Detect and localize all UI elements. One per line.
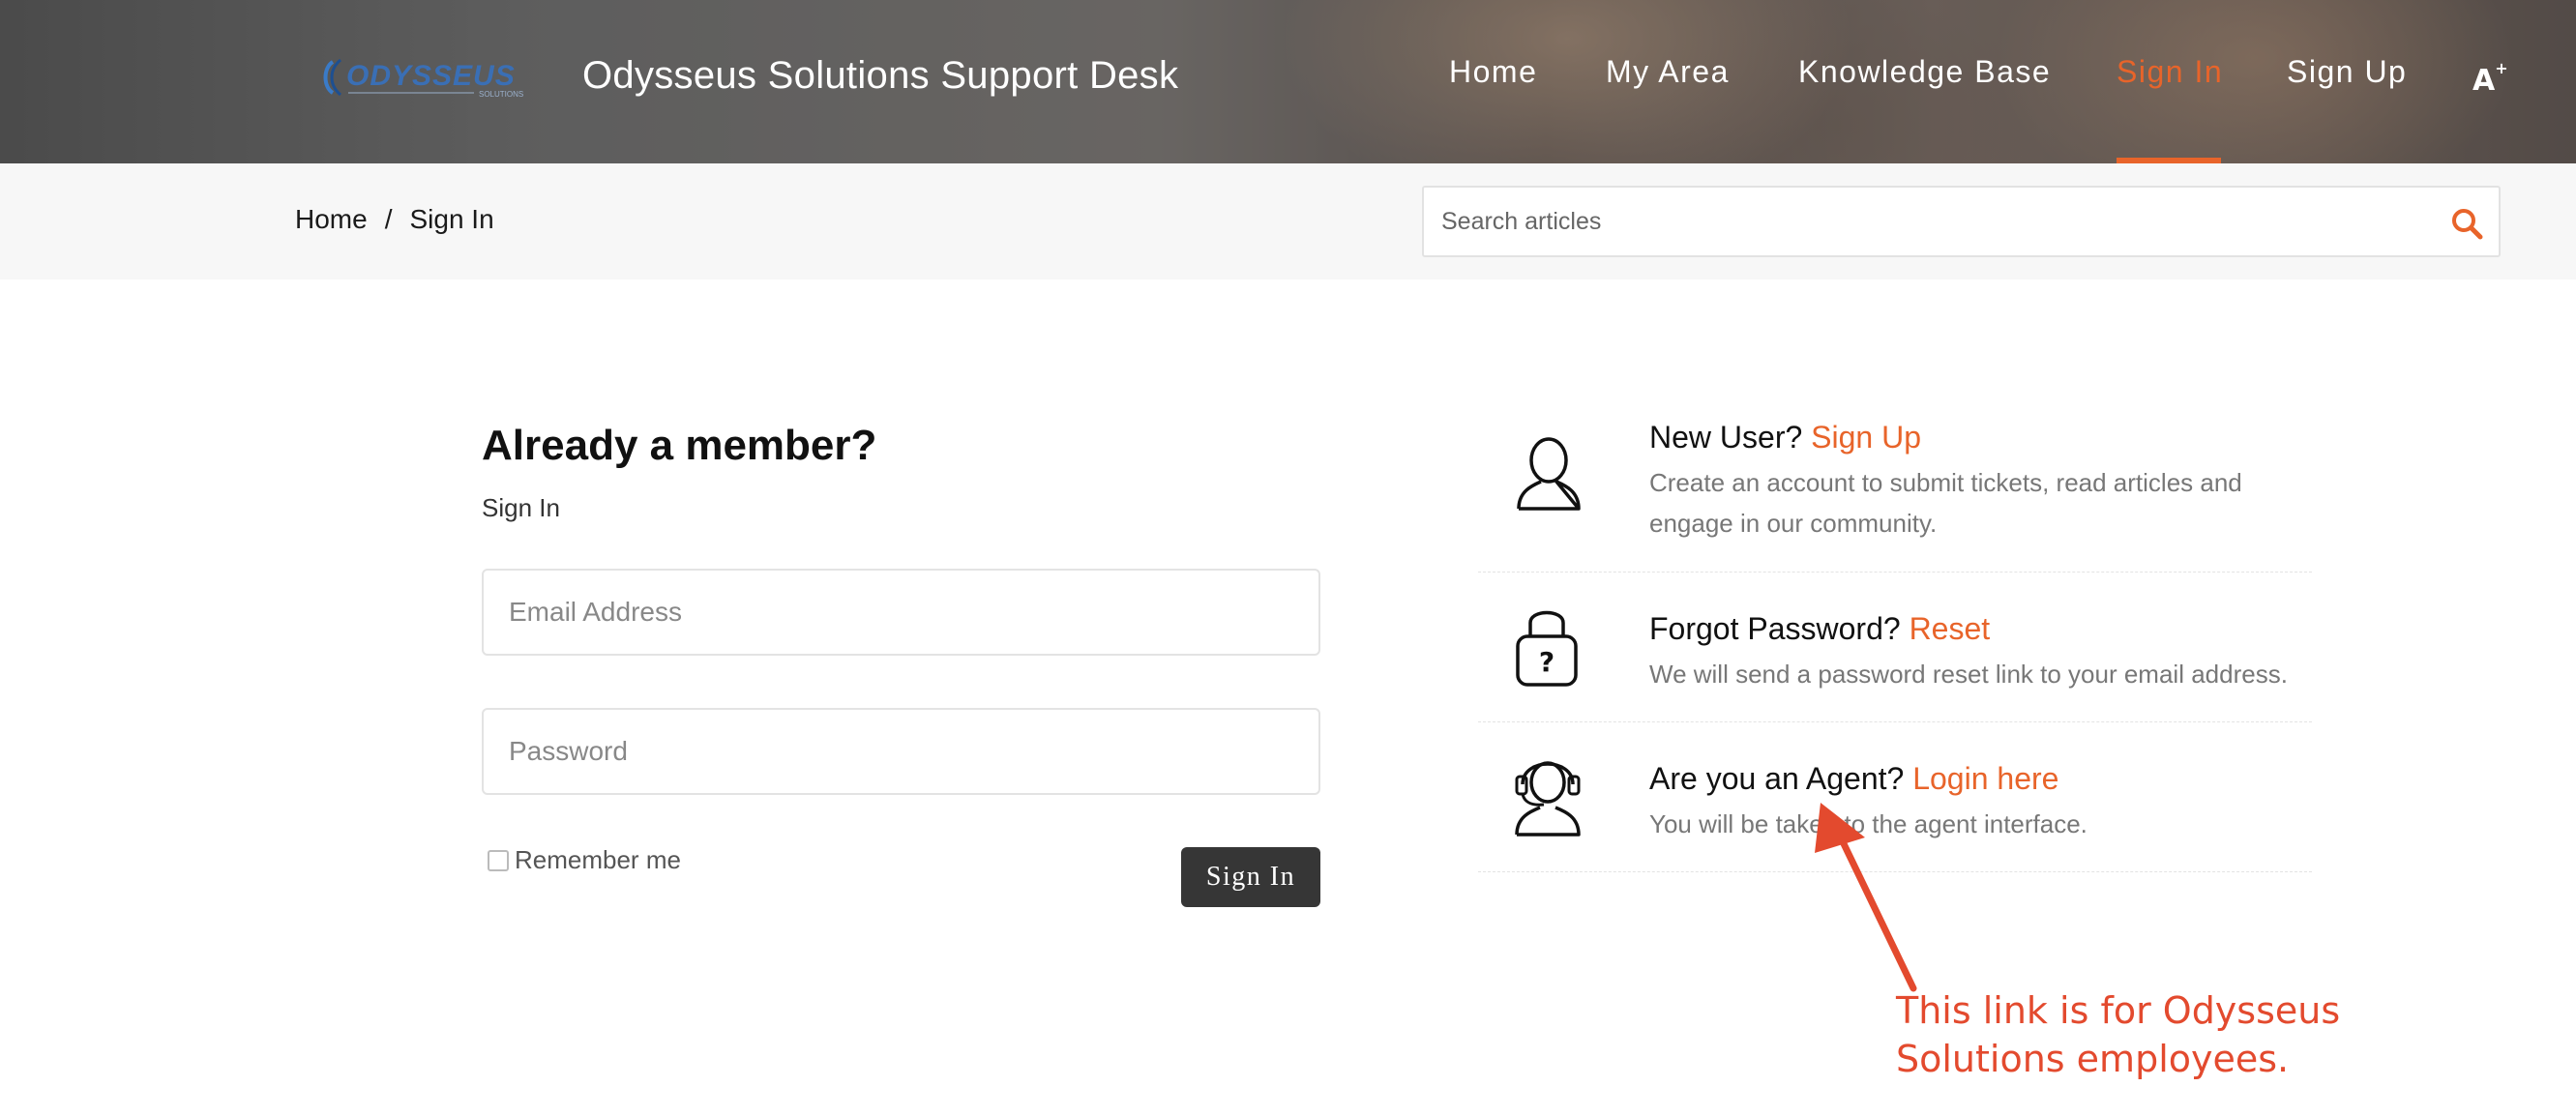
search-icon[interactable]	[2450, 207, 2483, 240]
lock-icon: ?	[1516, 610, 1578, 687]
nav-sign-in[interactable]: Sign In	[2117, 54, 2223, 90]
info-title: New User? Sign Up	[1649, 420, 1921, 455]
breadcrumb-bar: Home / Sign In	[0, 163, 2576, 279]
info-description: We will send a password reset link to yo…	[1649, 660, 2288, 689]
signin-subheading: Sign In	[482, 493, 560, 522]
breadcrumb-separator: /	[384, 204, 393, 234]
breadcrumb-current: Sign In	[409, 204, 494, 234]
info-forgot-password: ? Forgot Password? Reset We will send a …	[1478, 573, 2312, 722]
info-title: Are you an Agent? Login here	[1649, 761, 2059, 796]
odysseus-logo-icon: ODYSSEUS SOLUTIONS	[323, 58, 523, 99]
active-nav-indicator	[2117, 158, 2221, 163]
search-box	[1422, 186, 2501, 257]
headset-agent-icon	[1515, 761, 1581, 837]
accessibility-font-size-icon[interactable]: A+	[2472, 59, 2508, 98]
sign-up-link[interactable]: Sign Up	[1811, 420, 1921, 455]
annotation-arrow-icon	[1815, 803, 1917, 992]
sign-in-button[interactable]: Sign In	[1181, 847, 1320, 907]
svg-text:?: ?	[1539, 646, 1554, 678]
nav-knowledge-base[interactable]: Knowledge Base	[1798, 54, 2051, 90]
info-new-user: New User? Sign Up Create an account to s…	[1478, 406, 2312, 573]
user-icon	[1517, 437, 1581, 511]
agent-login-link[interactable]: Login here	[1912, 761, 2058, 796]
site-logo[interactable]: ODYSSEUS SOLUTIONS	[319, 54, 534, 101]
search-input[interactable]	[1441, 188, 2409, 255]
nav-my-area[interactable]: My Area	[1606, 54, 1730, 90]
info-description: Create an account to submit tickets, rea…	[1649, 468, 2242, 538]
signin-heading: Already a member?	[482, 422, 877, 469]
svg-text:ODYSSEUS: ODYSSEUS	[346, 60, 516, 92]
breadcrumb-home[interactable]: Home	[295, 204, 368, 234]
email-field[interactable]	[482, 569, 1320, 656]
nav-sign-up[interactable]: Sign Up	[2287, 54, 2407, 90]
breadcrumb: Home / Sign In	[295, 204, 494, 235]
svg-text:SOLUTIONS: SOLUTIONS	[479, 90, 523, 99]
remember-me[interactable]: Remember me	[488, 845, 681, 875]
annotation-note: This link is for Odysseus Solutions empl…	[1896, 989, 2341, 1080]
info-title: Forgot Password? Reset	[1649, 611, 1991, 646]
reset-link[interactable]: Reset	[1910, 611, 1991, 646]
site-header: ODYSSEUS SOLUTIONS Odysseus Solutions Su…	[0, 0, 2576, 163]
remember-me-label: Remember me	[515, 845, 681, 874]
password-field[interactable]	[482, 708, 1320, 795]
info-description: You will be taken to the agent interface…	[1649, 809, 2087, 838]
remember-me-checkbox[interactable]	[488, 849, 509, 871]
site-title[interactable]: Odysseus Solutions Support Desk	[582, 54, 1178, 98]
nav-home[interactable]: Home	[1449, 54, 1537, 90]
